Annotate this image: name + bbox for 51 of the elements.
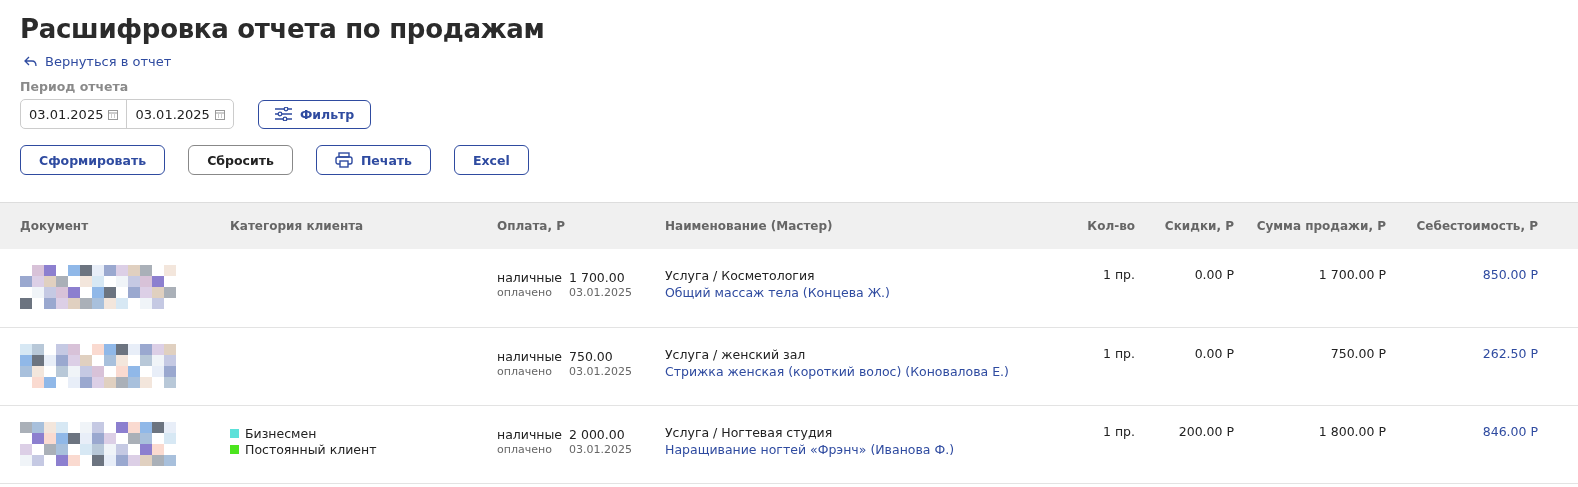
cost-link[interactable]: 846.00 Р bbox=[1482, 423, 1538, 439]
service-link[interactable]: Общий массаж тела (Концева Ж.) bbox=[665, 284, 1045, 301]
service-category: Услуга / Ногтевая студия bbox=[665, 423, 834, 441]
table-cell: 1 пр. bbox=[1103, 267, 1135, 282]
table-cell: 1 пр. bbox=[1103, 423, 1135, 439]
column-header: Скидки, Р bbox=[1135, 202, 1234, 249]
cost-link[interactable]: 850.00 Р bbox=[1482, 267, 1538, 282]
payment-method: наличные bbox=[497, 426, 564, 442]
service-link[interactable]: Стрижка женская (короткий волос) (Коновалова Е.) bbox=[665, 362, 1045, 380]
payment-status: оплачено bbox=[497, 286, 553, 299]
service-category: Услуга / женский зал bbox=[665, 345, 807, 363]
payment-date: 03.01.2025 bbox=[569, 442, 633, 456]
payment-amount: 2 000.00 bbox=[569, 426, 626, 442]
column-header: Категория клиента bbox=[230, 202, 497, 249]
table-cell: 1 пр. bbox=[1103, 345, 1135, 361]
period-label: Период отчета bbox=[20, 79, 130, 94]
payment-method: наличные bbox=[497, 348, 564, 364]
column-header: Документ bbox=[0, 202, 230, 249]
printer-icon bbox=[334, 152, 353, 168]
action-button[interactable]: Сформировать bbox=[20, 145, 166, 175]
column-header: Сумма продажи, Р bbox=[1234, 202, 1386, 249]
column-header: Себестоимость, Р bbox=[1386, 202, 1538, 249]
payment-amount: 1 700.00 bbox=[569, 270, 626, 285]
table-cell: 750.00 Р bbox=[1330, 345, 1386, 361]
page-title: Расшифровка отчета по продажам bbox=[20, 14, 546, 44]
payment-status: оплачено bbox=[497, 364, 553, 378]
column-header: Оплата, Р bbox=[497, 202, 665, 249]
payment-amount: 750.00 bbox=[569, 348, 614, 364]
category-label: Постоянный клиент bbox=[245, 441, 377, 458]
action-button[interactable]: Печать bbox=[315, 145, 431, 175]
payment-date: 03.01.2025 bbox=[569, 286, 633, 299]
payment-date: 03.01.2025 bbox=[569, 364, 633, 378]
column-header: Кол-во bbox=[1045, 202, 1135, 249]
action-button[interactable]: Excel bbox=[454, 145, 529, 175]
payment-method: наличные bbox=[497, 270, 564, 285]
service-category: Услуга / Косметология bbox=[665, 267, 816, 284]
table-cell: 1 700.00 Р bbox=[1318, 267, 1386, 282]
back-arrow-icon bbox=[24, 56, 37, 67]
table-cell: 0.00 Р bbox=[1194, 267, 1234, 282]
category-label: Бизнесмен bbox=[245, 425, 317, 442]
filter-button[interactable]: Фильтр bbox=[257, 99, 372, 129]
table-cell: 200.00 Р bbox=[1178, 423, 1234, 439]
service-link[interactable]: Наращивание ногтей «Фрэнч» (Иванова Ф.) bbox=[665, 440, 1045, 458]
back-link[interactable]: Вернуться в отчет bbox=[24, 54, 172, 69]
table-cell: 0.00 Р bbox=[1194, 345, 1234, 361]
sliders-icon bbox=[274, 107, 292, 121]
cost-link[interactable]: 262.50 Р bbox=[1482, 345, 1538, 361]
column-header: Наименование (Мастер) bbox=[665, 202, 1045, 249]
table-cell: 1 800.00 Р bbox=[1318, 423, 1386, 439]
payment-status: оплачено bbox=[497, 442, 553, 456]
action-button[interactable]: Сбросить bbox=[188, 145, 293, 175]
